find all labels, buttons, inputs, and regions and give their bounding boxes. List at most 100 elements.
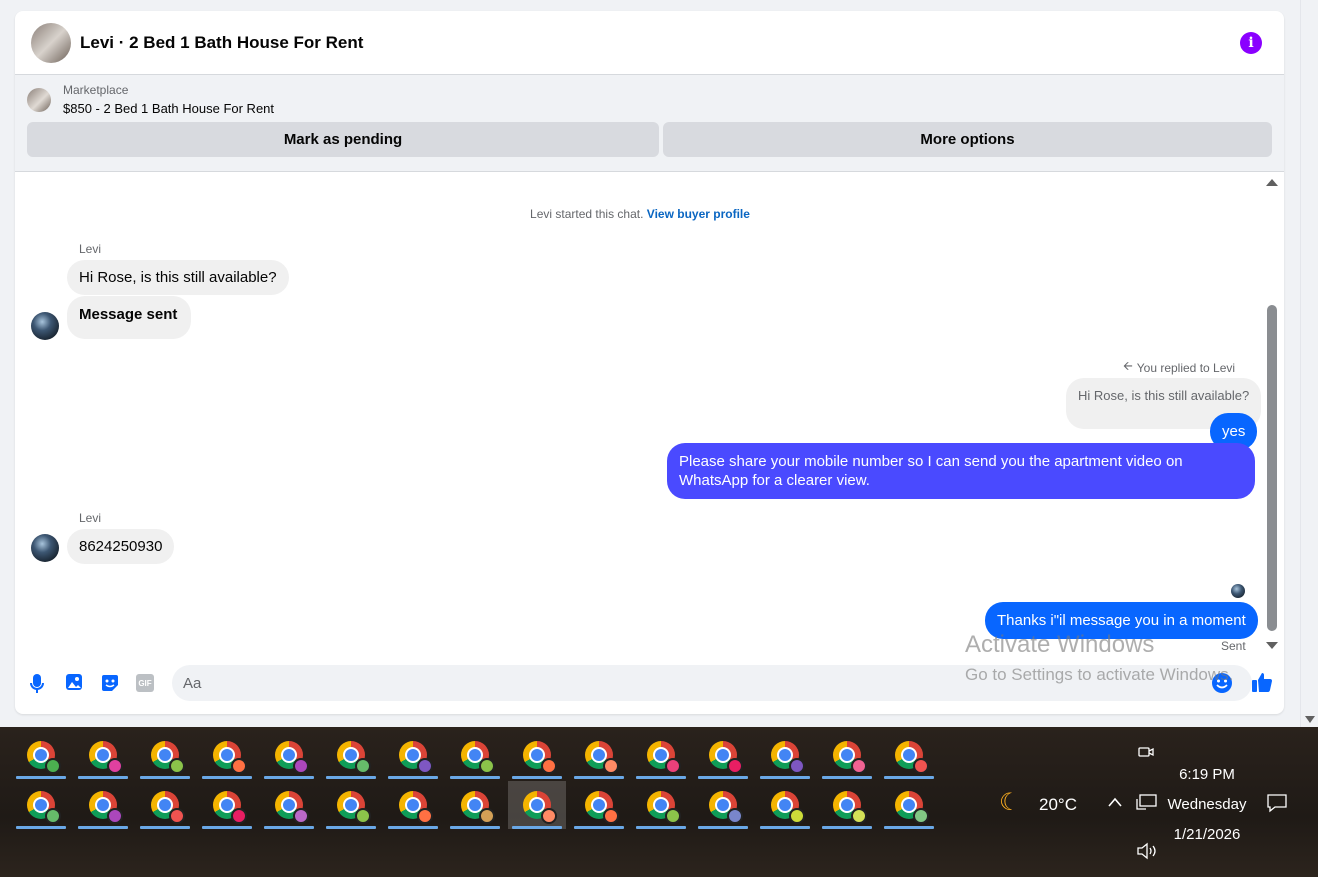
chrome-icon (895, 741, 929, 774)
chrome-profile-taskbar-item[interactable] (198, 731, 256, 779)
emoji-icon[interactable] (1211, 672, 1233, 694)
chrome-profile-taskbar-item[interactable] (818, 781, 876, 829)
notification-icon[interactable] (1266, 793, 1288, 818)
chrome-icon (337, 791, 371, 824)
scroll-down-arrow-icon[interactable] (1305, 716, 1315, 723)
profile-badge-icon (665, 808, 681, 824)
chrome-profile-taskbar-item[interactable] (12, 781, 70, 829)
sticker-icon[interactable] (100, 673, 120, 693)
running-indicator (760, 826, 810, 829)
chrome-icon (585, 741, 619, 774)
running-indicator (822, 776, 872, 779)
clock-time[interactable]: 6:19 PM (1166, 766, 1248, 783)
clock-date[interactable]: 1/21/2026 (1166, 826, 1248, 843)
chrome-profile-taskbar-item[interactable] (570, 731, 628, 779)
chrome-profile-taskbar-item[interactable] (632, 781, 690, 829)
message-bubble-outgoing[interactable]: Please share your mobile number so I can… (667, 443, 1255, 499)
moon-weather-icon[interactable]: ☾ (999, 788, 1021, 817)
chrome-icon (275, 791, 309, 824)
running-indicator (760, 776, 810, 779)
microphone-icon[interactable] (29, 673, 45, 695)
running-indicator (78, 826, 128, 829)
profile-badge-icon (479, 808, 495, 824)
profile-badge-icon (45, 758, 61, 774)
chrome-profile-taskbar-item[interactable] (880, 781, 938, 829)
chrome-profile-taskbar-item[interactable] (74, 781, 132, 829)
page-scrollbar[interactable] (1300, 0, 1318, 727)
chrome-icon (213, 791, 247, 824)
profile-badge-icon (789, 758, 805, 774)
chrome-profile-taskbar-item[interactable] (880, 731, 938, 779)
chrome-profile-taskbar-item[interactable] (12, 731, 70, 779)
message-input[interactable] (172, 665, 1252, 701)
chrome-profile-taskbar-item[interactable] (446, 731, 504, 779)
more-options-button[interactable]: More options (663, 122, 1272, 157)
listing-avatar[interactable] (31, 22, 71, 63)
system-note: Levi started this chat. View buyer profi… (530, 207, 750, 221)
chrome-profile-taskbar-item[interactable] (756, 731, 814, 779)
chrome-profile-taskbar-item[interactable] (756, 781, 814, 829)
composer: GIF (15, 659, 1284, 709)
sent-status: Sent (1221, 639, 1246, 653)
running-indicator (574, 776, 624, 779)
view-buyer-profile-link[interactable]: View buyer profile (647, 207, 750, 221)
chrome-profile-taskbar-item[interactable] (384, 781, 442, 829)
chrome-icon (89, 791, 123, 824)
marketplace-listing-bar: Marketplace $850 - 2 Bed 1 Bath House Fo… (15, 75, 1284, 172)
chrome-icon (151, 791, 185, 824)
chrome-profile-taskbar-item[interactable] (136, 781, 194, 829)
network-icon[interactable] (1136, 793, 1158, 816)
scroll-down-arrow-icon[interactable] (1266, 642, 1278, 649)
sender-name: Levi (79, 511, 102, 525)
chrome-profile-taskbar-item[interactable] (818, 731, 876, 779)
meet-now-icon[interactable] (1138, 743, 1154, 766)
profile-badge-icon (541, 808, 557, 824)
running-indicator (202, 826, 252, 829)
seen-indicator-avatar (1231, 584, 1245, 598)
chrome-profile-taskbar-item[interactable] (260, 731, 318, 779)
listing-name[interactable]: $850 - 2 Bed 1 Bath House For Rent (63, 101, 274, 116)
photo-icon[interactable] (65, 673, 83, 691)
profile-badge-icon (355, 758, 371, 774)
message-bubble-outgoing[interactable]: Thanks i"il message you in a moment (985, 602, 1258, 639)
chrome-profile-taskbar-item[interactable] (694, 731, 752, 779)
chrome-profile-taskbar-item[interactable] (508, 781, 566, 829)
chrome-profile-taskbar-item[interactable] (570, 781, 628, 829)
chrome-profile-taskbar-item[interactable] (136, 731, 194, 779)
message-bubble-incoming[interactable]: 8624250930 (67, 529, 175, 564)
temperature[interactable]: 20°C (1039, 795, 1077, 815)
thumbs-up-icon[interactable] (1251, 671, 1273, 693)
running-indicator (388, 826, 438, 829)
volume-icon[interactable] (1136, 842, 1158, 865)
chrome-profile-taskbar-item[interactable] (74, 731, 132, 779)
chrome-profile-taskbar-item[interactable] (694, 781, 752, 829)
listing-thumbnail[interactable] (27, 87, 51, 112)
chrome-profile-taskbar-item[interactable] (322, 731, 380, 779)
running-indicator (884, 826, 934, 829)
sender-avatar[interactable] (31, 534, 59, 562)
chrome-profile-taskbar-item[interactable] (384, 731, 442, 779)
message-list: Levi started this chat. View buyer profi… (15, 173, 1265, 658)
chrome-profile-taskbar-item[interactable] (508, 731, 566, 779)
profile-badge-icon (603, 758, 619, 774)
chrome-profile-taskbar-item[interactable] (322, 781, 380, 829)
chrome-profile-taskbar-item[interactable] (260, 781, 318, 829)
sender-avatar[interactable] (31, 312, 59, 340)
chrome-icon (523, 741, 557, 774)
message-bubble-incoming[interactable]: Message sent (67, 296, 192, 339)
scroll-up-arrow-icon[interactable] (1266, 179, 1278, 186)
scrollbar-thumb[interactable] (1267, 305, 1277, 631)
chat-scrollbar[interactable] (1265, 179, 1279, 649)
clock-day[interactable]: Wednesday (1166, 796, 1248, 813)
chrome-profile-taskbar-item[interactable] (198, 781, 256, 829)
chevron-up-icon[interactable] (1107, 795, 1123, 813)
gif-icon[interactable]: GIF (136, 674, 154, 692)
chrome-profile-taskbar-item[interactable] (446, 781, 504, 829)
chat-title[interactable]: Levi · 2 Bed 1 Bath House For Rent (80, 33, 363, 53)
mark-as-pending-button[interactable]: Mark as pending (27, 122, 659, 157)
running-indicator (140, 776, 190, 779)
chrome-profile-taskbar-item[interactable] (632, 731, 690, 779)
message-bubble-incoming[interactable]: Hi Rose, is this still available? (67, 260, 289, 295)
info-icon[interactable]: i (1240, 31, 1262, 54)
sender-name: Levi (79, 242, 102, 256)
